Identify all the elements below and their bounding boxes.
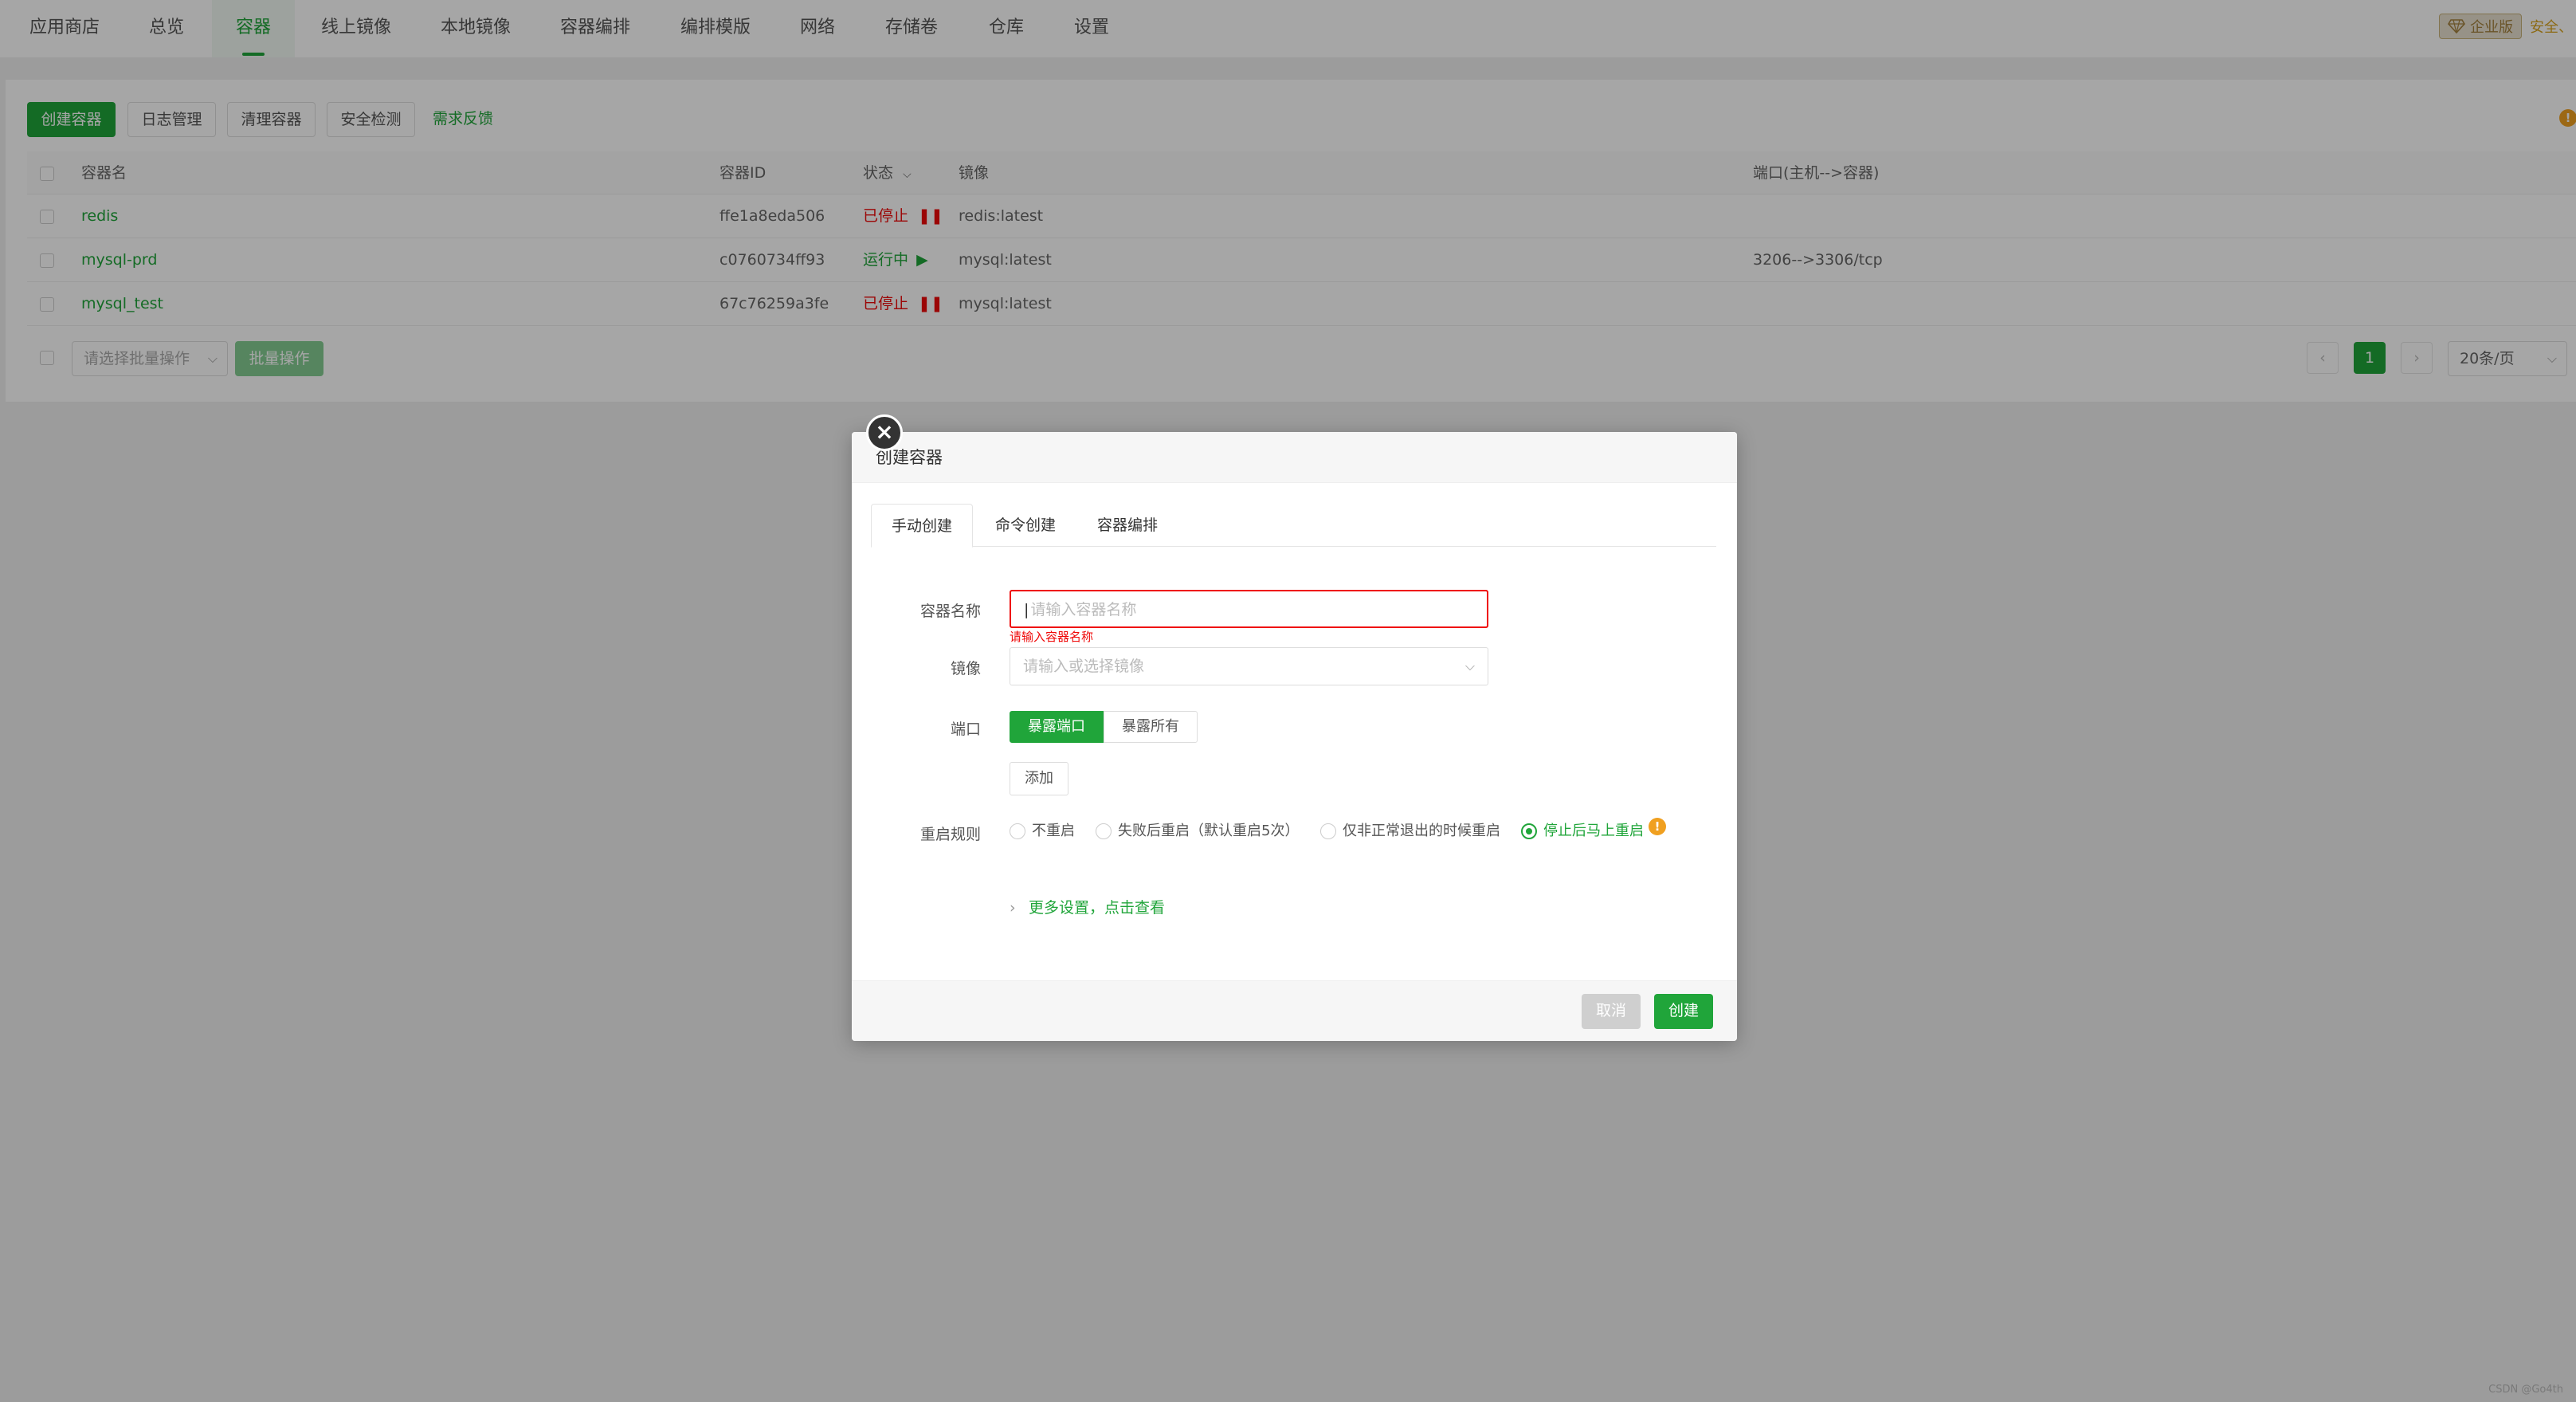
dialog-header: 创建容器	[852, 432, 1737, 483]
info-icon[interactable]: !	[1649, 818, 1666, 835]
container-name-input[interactable]: | 请输入容器名称	[1010, 590, 1488, 628]
container-name-label: 容器名称	[919, 603, 981, 620]
restart-option-on-failure[interactable]: 失败后重启（默认重启5次）	[1096, 819, 1299, 843]
restart-option-always[interactable]: 停止后马上重启	[1521, 819, 1644, 843]
app-root: 应用商店 总览 容器 线上镜像 本地镜像 容器编排 编排模版 网络 存储卷 仓库…	[0, 0, 2576, 1402]
port-label: 端口	[950, 721, 981, 738]
expose-port-option[interactable]: 暴露端口	[1010, 711, 1104, 743]
tab-manual-create[interactable]: 手动创建	[871, 504, 973, 548]
cancel-button[interactable]: 取消	[1582, 994, 1641, 1029]
radio-indicator	[1010, 823, 1025, 839]
container-name-error: 请输入容器名称	[1010, 630, 1094, 644]
image-placeholder: 请输入或选择镜像	[1023, 658, 1145, 675]
more-settings-toggle[interactable]: › 更多设置，点击查看	[1010, 896, 1165, 920]
restart-option-label: 停止后马上重启	[1543, 823, 1644, 839]
more-settings-label: 更多设置，点击查看	[1029, 899, 1166, 917]
radio-indicator	[1320, 823, 1336, 839]
dialog-footer: 取消 创建	[852, 980, 1737, 1041]
restart-policy-label: 重启规则	[919, 826, 981, 843]
close-icon[interactable]: ×	[866, 414, 903, 451]
tab-compose-create[interactable]: 容器编排	[1078, 504, 1177, 547]
radio-indicator	[1521, 823, 1537, 839]
radio-indicator	[1096, 823, 1112, 839]
create-container-dialog: 创建容器 手动创建 命令创建 容器编排 容器名称 | 请输入容器名称 请输入容器名…	[852, 432, 1737, 1041]
expose-all-option[interactable]: 暴露所有	[1104, 711, 1198, 743]
chevron-down-icon: ⌵	[1464, 658, 1475, 674]
restart-option-label: 不重启	[1032, 823, 1075, 839]
restart-option-label: 仅非正常退出的时候重启	[1343, 823, 1500, 839]
image-select-input[interactable]: 请输入或选择镜像 ⌵	[1010, 647, 1488, 685]
restart-option-no[interactable]: 不重启	[1010, 819, 1075, 843]
add-port-button[interactable]: 添加	[1010, 762, 1068, 795]
dialog-tabs: 手动创建 命令创建 容器编排	[871, 504, 1716, 548]
image-label: 镜像	[950, 660, 981, 677]
tab-command-create[interactable]: 命令创建	[973, 504, 1078, 547]
restart-option-label: 失败后重启（默认重启5次）	[1118, 823, 1300, 839]
restart-option-unless-stopped[interactable]: 仅非正常退出的时候重启	[1320, 819, 1500, 843]
chevron-right-icon: ›	[1010, 899, 1016, 917]
container-name-placeholder: 请输入容器名称	[1030, 601, 1137, 619]
create-button[interactable]: 创建	[1654, 994, 1713, 1029]
